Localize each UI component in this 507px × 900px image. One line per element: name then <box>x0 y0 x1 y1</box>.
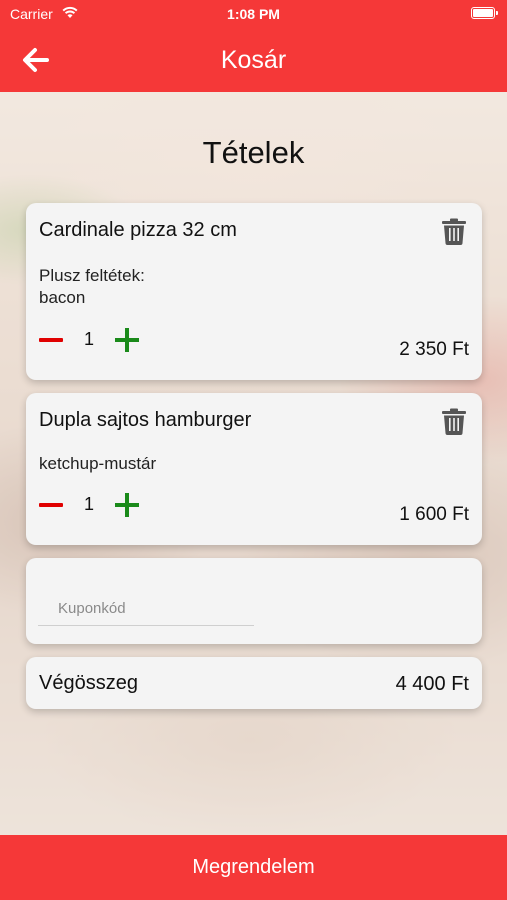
status-bar: Carrier 1:08 PM <box>0 0 507 28</box>
total-label: Végösszeg <box>39 672 138 694</box>
trash-icon[interactable] <box>442 218 466 245</box>
cart-item-card: Dupla sajtos hamburger ketchup-mustár 1 … <box>26 393 482 545</box>
quantity-value: 1 <box>84 494 95 514</box>
decrease-quantity-button[interactable] <box>39 503 63 507</box>
navigation-bar: Kosár <box>0 28 507 92</box>
extras-value: bacon <box>39 288 86 307</box>
increase-quantity-button[interactable] <box>115 328 139 352</box>
section-title: Tételek <box>202 135 305 170</box>
item-price: 1 600 Ft <box>399 504 469 525</box>
item-price: 2 350 Ft <box>399 339 469 360</box>
decrease-quantity-button[interactable] <box>39 338 63 342</box>
clock: 1:08 PM <box>227 6 280 22</box>
coupon-input[interactable] <box>38 584 254 626</box>
extras-label: Plusz feltétek: <box>39 266 145 285</box>
cart-item-card: Cardinale pizza 32 cm Plusz feltétek: ba… <box>26 203 482 380</box>
trash-icon[interactable] <box>442 408 466 435</box>
page-title: Kosár <box>220 46 287 74</box>
coupon-card <box>26 558 482 644</box>
item-name: Dupla sajtos hamburger <box>39 409 252 431</box>
extras-value: ketchup-mustár <box>39 454 157 473</box>
total-card: Végösszeg 4 400 Ft <box>26 657 482 709</box>
total-value: 4 400 Ft <box>395 673 469 695</box>
battery-icon <box>471 7 498 19</box>
order-button[interactable]: Megrendelem <box>0 835 507 900</box>
increase-quantity-button[interactable] <box>115 493 139 517</box>
quantity-value: 1 <box>84 329 95 349</box>
item-name: Cardinale pizza 32 cm <box>39 219 237 241</box>
